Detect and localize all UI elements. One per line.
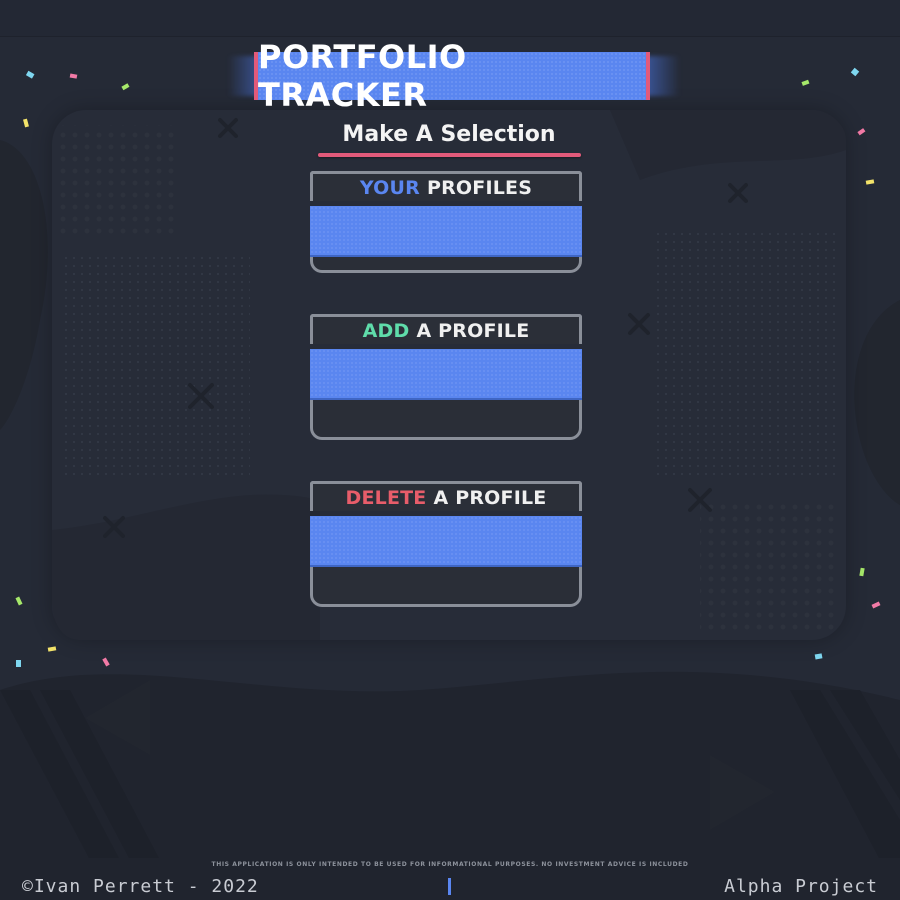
header-box: PORTFOLIO TRACKER [254,38,650,114]
header-banner: PORTFOLIO TRACKER [228,38,680,114]
project-name: Alpha Project [724,876,878,897]
app-title: PORTFOLIO TRACKER [258,38,467,114]
copyright-text: ©Ivan Perrett - 2022 [22,876,259,897]
card-bottom [310,567,582,607]
card-label-accent: ADD [362,319,410,342]
add-profile-card: ADD A PROFILE [310,314,582,440]
card-label-accent: YOUR [359,176,420,199]
selection-underline [318,153,581,157]
card-label-accent: DELETE [345,486,427,509]
your-profiles-label: YOUR PROFILES [310,171,582,201]
selection-title: Make A Selection [342,122,556,147]
card-label-rest: A PROFILE [433,486,547,509]
card-bottom [310,400,582,440]
delete-profile-button[interactable] [310,516,582,567]
card-bottom [310,257,582,273]
disclaimer-text: THIS APPLICATION IS ONLY INTENDED TO BE … [211,861,689,868]
add-profile-label: ADD A PROFILE [310,314,582,344]
delete-profile-label: DELETE A PROFILE [310,481,582,511]
card-label-rest: A PROFILE [416,319,530,342]
your-profiles-card: YOUR PROFILES [310,171,582,273]
top-bar [0,0,900,37]
your-profiles-button[interactable] [310,206,582,257]
delete-profile-card: DELETE A PROFILE [310,481,582,607]
add-profile-button[interactable] [310,349,582,400]
card-label-rest: PROFILES [426,176,533,199]
footer-divider [448,878,451,895]
